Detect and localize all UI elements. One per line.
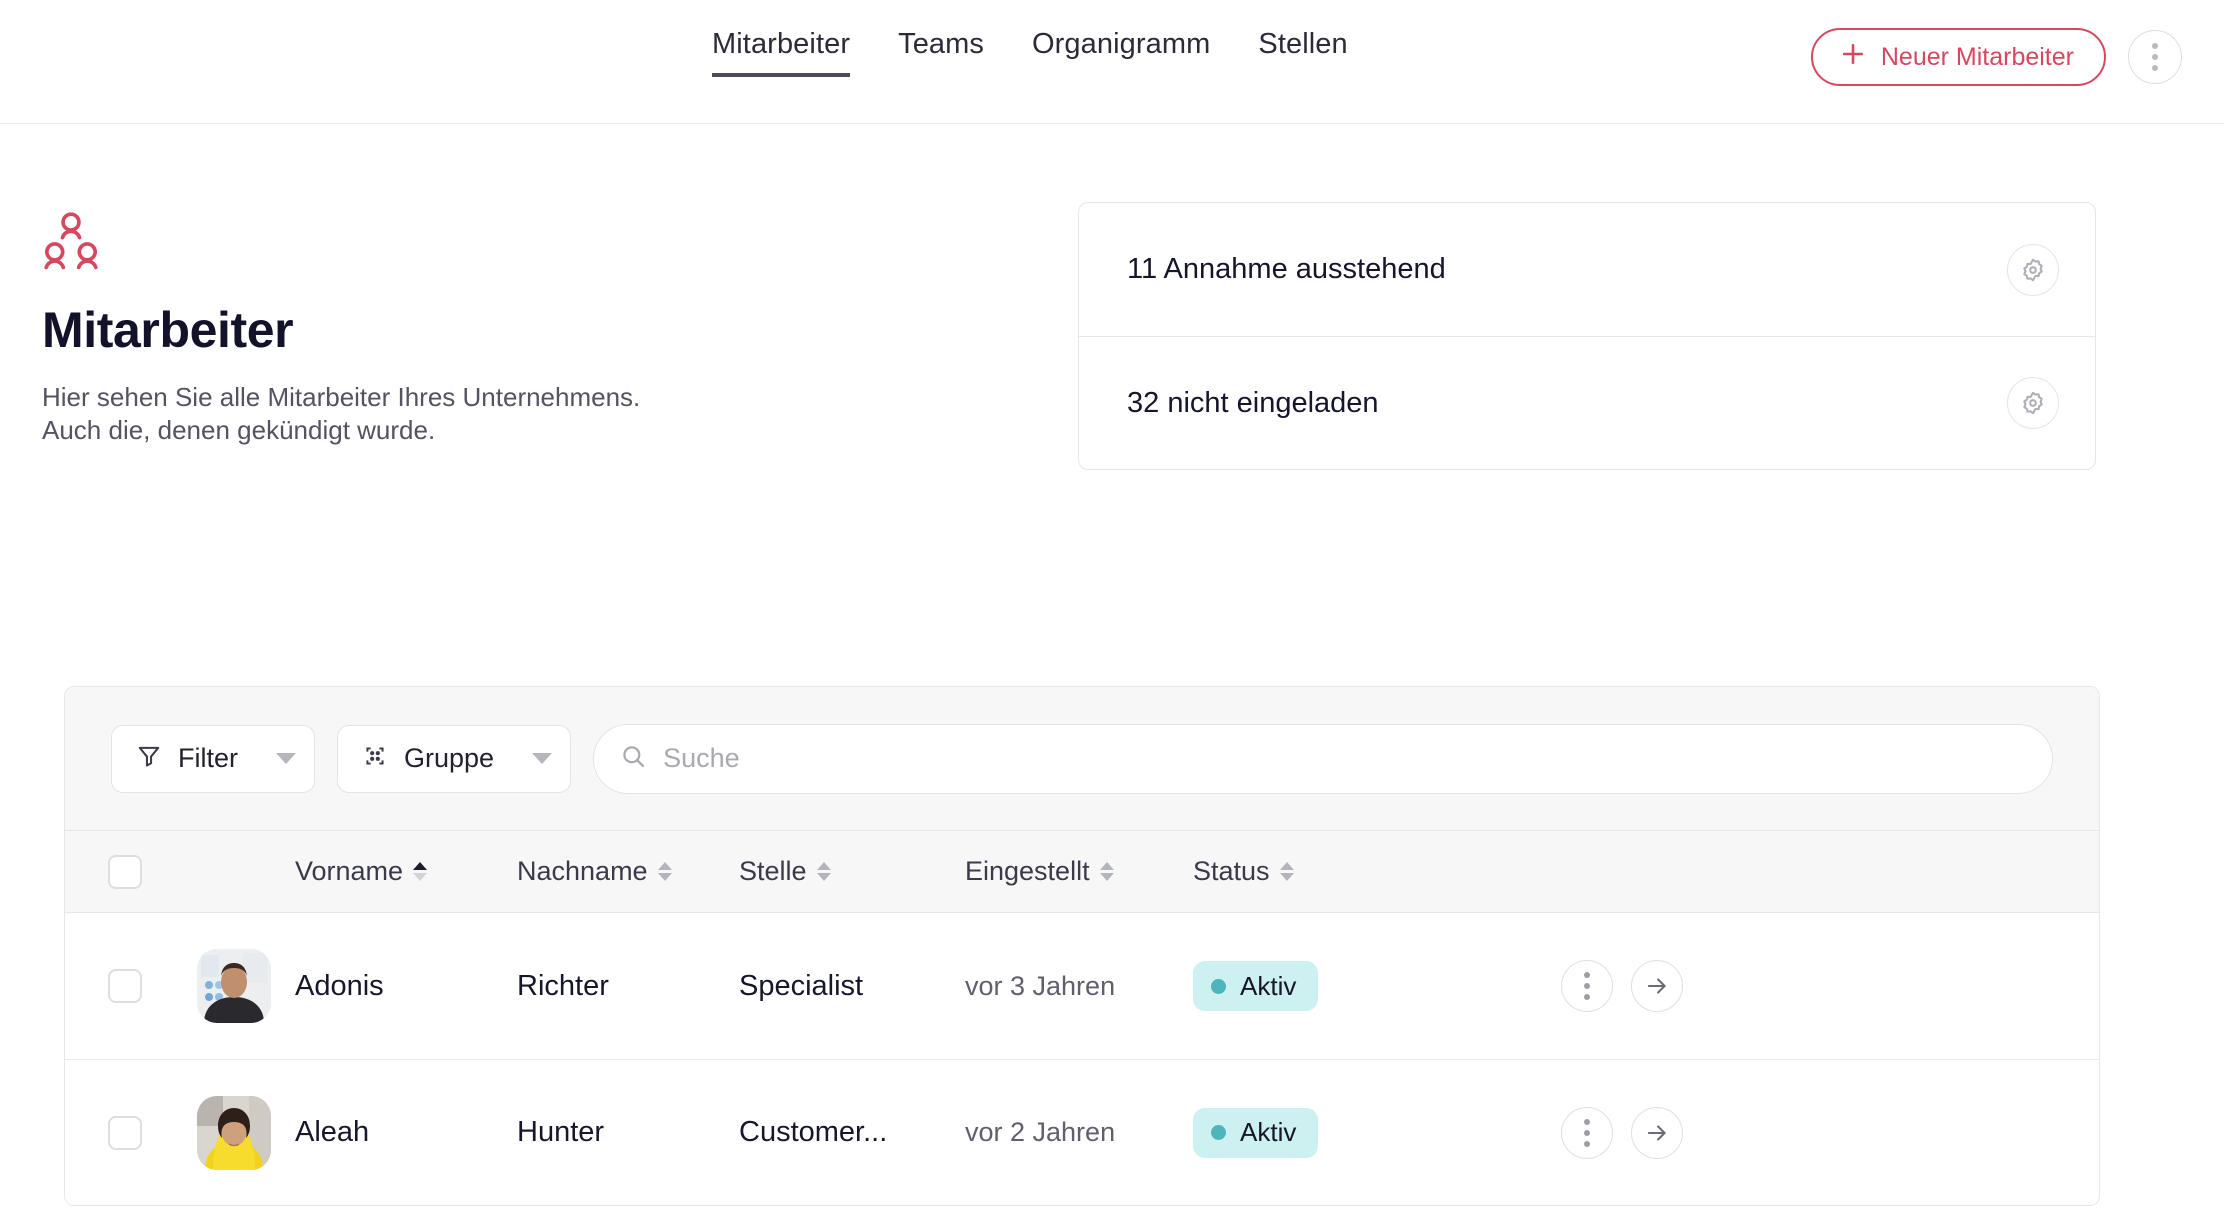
row-select-cell bbox=[65, 969, 173, 1003]
plus-icon bbox=[1839, 40, 1867, 75]
sort-icon bbox=[1279, 862, 1294, 881]
avatar-cell bbox=[173, 1095, 295, 1170]
column-header-nachname[interactable]: Nachname bbox=[517, 856, 739, 887]
stat-settings-button[interactable] bbox=[2007, 377, 2059, 429]
nav-item-organigramm[interactable]: Organigramm bbox=[1032, 28, 1210, 73]
table-row[interactable]: Aleah Hunter Customer... vor 2 Jahren Ak… bbox=[65, 1059, 2099, 1205]
funnel-icon bbox=[136, 743, 162, 774]
kebab-menu-icon bbox=[2152, 43, 2158, 71]
row-actions bbox=[1493, 1106, 2099, 1159]
search-input[interactable] bbox=[663, 743, 2026, 774]
group-button[interactable]: Gruppe bbox=[337, 724, 572, 793]
top-navigation-bar: Mitarbeiter Teams Organigramm Stellen Ne… bbox=[0, 0, 2224, 124]
nav-item-stellen[interactable]: Stellen bbox=[1258, 28, 1347, 73]
stat-row-pending-acceptance[interactable]: 11 Annahme ausstehend bbox=[1079, 203, 2095, 336]
column-label: Stelle bbox=[739, 856, 807, 886]
arrow-right-icon bbox=[1647, 978, 1666, 994]
page-subtitle-line-2: Auch die, denen gekündigt wurde. bbox=[42, 415, 436, 446]
column-label: Nachname bbox=[517, 856, 648, 886]
status-badge: Aktiv bbox=[1193, 1107, 1319, 1158]
chevron-down-icon bbox=[532, 753, 553, 764]
cell-role: Customer... bbox=[739, 1116, 888, 1148]
main-nav: Mitarbeiter Teams Organigramm Stellen bbox=[712, 28, 1348, 77]
select-all-cell bbox=[65, 854, 173, 889]
row-actions bbox=[1493, 960, 2099, 1012]
stats-card: 11 Annahme ausstehend 32 nicht eingelade… bbox=[1078, 202, 2096, 470]
status-badge: Aktiv bbox=[1193, 961, 1319, 1011]
sort-icon bbox=[816, 862, 831, 881]
stat-label: 32 nicht eingeladen bbox=[1127, 386, 1379, 419]
select-all-checkbox[interactable] bbox=[108, 854, 142, 889]
table-header-row: Vorname Nachname Stelle Eingestellt Stat… bbox=[65, 831, 2099, 913]
cell-last-name: Hunter bbox=[517, 1116, 605, 1148]
status-dot-icon bbox=[1211, 1125, 1226, 1140]
stat-settings-button[interactable] bbox=[2007, 243, 2059, 296]
stat-label: 11 Annahme ausstehend bbox=[1127, 253, 1446, 285]
row-menu-button[interactable] bbox=[1561, 1106, 1613, 1159]
page-title: Mitarbeiter bbox=[42, 302, 294, 358]
page-subtitle: Hier sehen Sie alle Mitarbeiter Ihres Un… bbox=[42, 381, 1052, 447]
status-label: Aktiv bbox=[1240, 970, 1297, 1001]
kebab-menu-icon bbox=[1584, 1118, 1590, 1147]
column-header-eingestellt[interactable]: Eingestellt bbox=[965, 856, 1193, 887]
nav-item-teams[interactable]: Teams bbox=[898, 28, 984, 73]
sort-icon bbox=[657, 862, 672, 881]
status-dot-icon bbox=[1211, 978, 1226, 994]
table-body: Adonis Richter Specialist vor 3 Jahren A… bbox=[65, 913, 2099, 1205]
column-label: Vorname bbox=[295, 856, 404, 886]
cell-last-name: Richter bbox=[517, 969, 609, 1002]
cell-hired-date: vor 3 Jahren bbox=[965, 970, 1116, 1001]
new-employee-label: Neuer Mitarbeiter bbox=[1880, 42, 2074, 71]
stat-row-not-invited[interactable]: 32 nicht eingeladen bbox=[1079, 336, 2095, 469]
row-select-cell bbox=[65, 1115, 173, 1150]
page-header-text: Mitarbeiter Hier sehen Sie alle Mitarbei… bbox=[42, 212, 1052, 447]
nav-label: Teams bbox=[898, 28, 985, 60]
table-toolbar: Filter Gruppe bbox=[65, 687, 2099, 831]
nav-label: Organigramm bbox=[1032, 28, 1211, 60]
cell-hired-date: vor 2 Jahren bbox=[965, 1117, 1116, 1147]
cell-role: Specialist bbox=[739, 969, 864, 1002]
kebab-menu-icon bbox=[1584, 972, 1590, 1000]
column-header-stelle[interactable]: Stelle bbox=[739, 856, 965, 887]
column-header-status[interactable]: Status bbox=[1193, 856, 1493, 887]
arrow-right-icon bbox=[1647, 1124, 1666, 1141]
filter-label: Filter bbox=[178, 743, 238, 773]
avatar bbox=[197, 1095, 271, 1170]
avatar-cell bbox=[173, 949, 295, 1023]
overflow-menu-button[interactable] bbox=[2128, 30, 2182, 84]
people-group-icon bbox=[42, 212, 1052, 279]
column-label: Eingestellt bbox=[965, 856, 1090, 886]
row-checkbox[interactable] bbox=[108, 969, 142, 1003]
row-open-button[interactable] bbox=[1631, 1106, 1683, 1159]
sort-icon bbox=[1099, 862, 1114, 881]
nav-item-mitarbeiter[interactable]: Mitarbeiter bbox=[712, 28, 851, 77]
page-subtitle-line-1: Hier sehen Sie alle Mitarbeiter Ihres Un… bbox=[42, 382, 641, 412]
column-label: Status bbox=[1193, 856, 1270, 886]
nav-label: Mitarbeiter bbox=[712, 28, 851, 60]
cell-first-name: Adonis bbox=[295, 969, 384, 1002]
filter-button[interactable]: Filter bbox=[111, 724, 315, 793]
top-bar-actions: Neuer Mitarbeiter bbox=[1810, 28, 2182, 86]
sort-ascending-icon bbox=[413, 862, 428, 881]
status-label: Aktiv bbox=[1240, 1117, 1297, 1147]
employee-table-panel: Filter Gruppe Suche Vorname Nachname Ste… bbox=[64, 686, 2100, 1206]
column-header-vorname[interactable]: Vorname bbox=[295, 856, 517, 887]
avatar bbox=[197, 949, 271, 1023]
row-checkbox[interactable] bbox=[108, 1115, 142, 1150]
group-label: Gruppe bbox=[404, 743, 495, 773]
table-row[interactable]: Adonis Richter Specialist vor 3 Jahren A… bbox=[65, 913, 2099, 1059]
row-open-button[interactable] bbox=[1631, 960, 1683, 1012]
chevron-down-icon bbox=[276, 753, 296, 764]
page-header-section: Mitarbeiter Hier sehen Sie alle Mitarbei… bbox=[0, 202, 2224, 470]
new-employee-button[interactable]: Neuer Mitarbeiter bbox=[1810, 28, 2106, 86]
search-container[interactable] bbox=[593, 723, 2053, 794]
search-icon bbox=[620, 743, 647, 775]
row-menu-button[interactable] bbox=[1561, 960, 1613, 1012]
nav-label: Stellen bbox=[1258, 28, 1348, 60]
cell-first-name: Aleah bbox=[295, 1116, 370, 1148]
group-nodes-icon bbox=[362, 743, 388, 774]
